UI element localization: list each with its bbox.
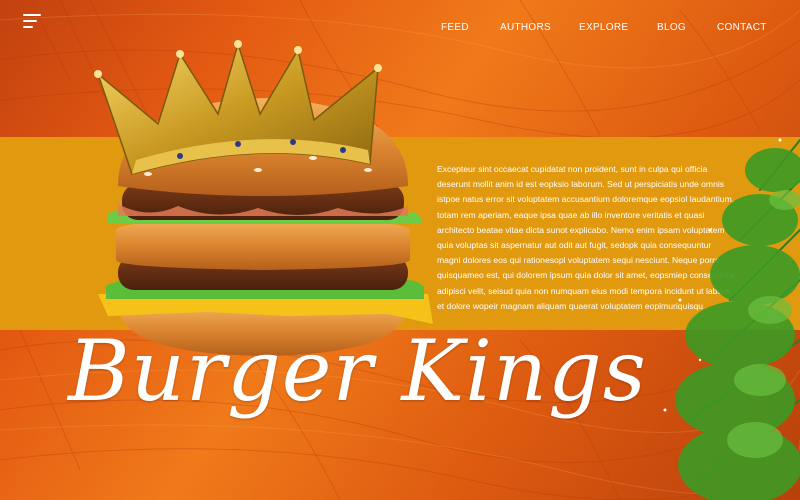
hero-title: Burger Kings <box>68 322 647 420</box>
pine-branch-decoration <box>663 138 800 500</box>
crowned-burger-image <box>94 40 433 356</box>
nav-blog[interactable]: BLOG <box>657 22 686 33</box>
nav-feed[interactable]: FEED <box>441 22 469 33</box>
page: { "nav": { "items": ["FEED", "AUTHORS", … <box>0 0 800 500</box>
nav-authors[interactable]: AUTHORS <box>500 22 551 33</box>
nav-explore[interactable]: EXPLORE <box>579 22 628 33</box>
nav-contact[interactable]: CONTACT <box>717 22 767 33</box>
